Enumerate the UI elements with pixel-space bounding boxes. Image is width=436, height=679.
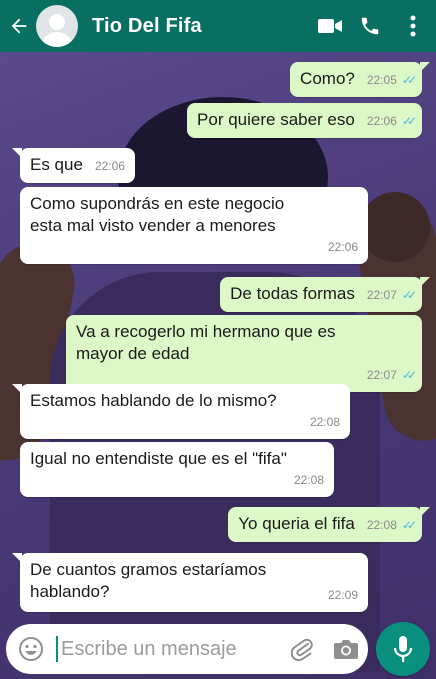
camera-button[interactable] (324, 624, 368, 674)
message-bubble-outgoing[interactable]: Va a recogerlo mi hermano que es mayor d… (66, 315, 422, 392)
voice-message-button[interactable] (376, 622, 430, 676)
camera-icon (334, 640, 358, 659)
contact-name[interactable]: Tio Del Fifa (92, 15, 310, 38)
more-vertical-icon (410, 15, 416, 37)
mic-icon (393, 636, 413, 662)
voice-call-button[interactable] (350, 0, 390, 52)
attach-icon (291, 638, 313, 662)
read-ticks-icon: ✓✓ (401, 73, 417, 87)
message-input[interactable]: Escribe un mensaje (61, 638, 280, 661)
video-call-icon (318, 19, 342, 33)
message-bubble-outgoing[interactable]: Yo queria el fifa 22:08 ✓✓ (228, 507, 430, 542)
back-arrow-icon (11, 18, 27, 34)
read-ticks-icon: ✓✓ (401, 114, 417, 128)
message-bubble-incoming[interactable]: Igual no entendiste que es el "fifa" 22:… (20, 442, 334, 497)
phone-icon (361, 17, 379, 35)
message-bubble-outgoing[interactable]: Por quiere saber eso 22:06 ✓✓ (187, 103, 422, 138)
emoji-icon (19, 637, 43, 661)
message-bubble-incoming[interactable]: Estamos hablando de lo mismo? 22:08 (12, 384, 350, 439)
attach-button[interactable] (280, 624, 324, 674)
message-bubble-outgoing[interactable]: Como? 22:05 ✓✓ (290, 62, 430, 97)
emoji-button[interactable] (6, 624, 56, 674)
read-ticks-icon: ✓✓ (401, 368, 417, 382)
message-bubble-outgoing[interactable]: De todas formas 22:07 ✓✓ (220, 277, 430, 312)
message-composer: Escribe un mensaje (6, 624, 368, 674)
back-button[interactable] (4, 0, 34, 52)
read-ticks-icon: ✓✓ (401, 518, 417, 532)
chat-header: Tio Del Fifa (0, 0, 436, 52)
message-bubble-incoming[interactable]: De cuantos gramos estaríamos hablando? 2… (12, 553, 368, 612)
avatar[interactable] (36, 5, 78, 47)
message-bubble-incoming[interactable]: Es que 22:06 (12, 148, 135, 183)
message-bubble-incoming[interactable]: Como supondrás en este negocio esta mal … (20, 187, 368, 264)
video-call-button[interactable] (310, 0, 350, 52)
menu-button[interactable] (390, 0, 436, 52)
text-cursor (56, 636, 58, 662)
read-ticks-icon: ✓✓ (401, 288, 417, 302)
